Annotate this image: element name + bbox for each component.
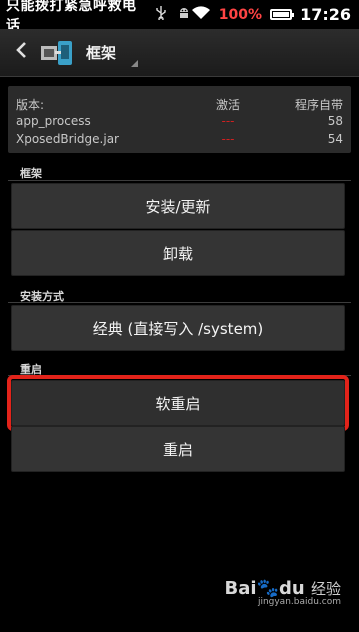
version-panel: 版本: 激活 程序自带 app_process --- 58 XposedBri… [8, 86, 351, 153]
framework-section-label: 框架 [20, 167, 42, 180]
page-title: 框架 [86, 44, 117, 62]
uninstall-button[interactable]: 卸载 [11, 230, 345, 276]
highlight-annotation [7, 375, 349, 431]
bundled-header-label: 程序自带 [294, 98, 343, 112]
divider [8, 302, 351, 303]
active-version: --- [221, 114, 235, 128]
version-header-row: 版本: 激活 程序自带 [8, 96, 351, 112]
version-header-label: 版本: [16, 98, 45, 112]
table-row: app_process --- 58 [8, 114, 351, 130]
chevron-left-icon[interactable] [6, 40, 36, 65]
install-update-button[interactable]: 安装/更新 [11, 183, 345, 229]
action-bar: 框架 [0, 29, 359, 77]
bundled-version: 58 [327, 114, 343, 128]
bundled-version: 54 [327, 132, 343, 146]
android-debug-icon [177, 6, 191, 24]
active-header-label: 激活 [215, 98, 240, 112]
table-row: XposedBridge.jar --- 54 [8, 132, 351, 148]
component-name: XposedBridge.jar [16, 132, 119, 146]
xposed-app-icon[interactable] [40, 38, 74, 68]
dropdown-indicator-icon[interactable] [131, 60, 138, 67]
battery-percent: 100% [218, 6, 263, 23]
component-name: app_process [16, 114, 91, 128]
wifi-icon [191, 5, 211, 24]
reboot-button[interactable]: 重启 [11, 426, 345, 472]
clock: 17:26 [300, 5, 351, 24]
paw-icon: 🐾 [256, 578, 279, 599]
status-bar: 只能拨打紧急呼救电话 100% 17:26 [0, 0, 359, 34]
usb-icon [155, 5, 167, 24]
active-version: --- [221, 132, 235, 146]
baidu-logo: Bai🐾du 经验 [224, 578, 341, 599]
battery-icon [270, 9, 295, 20]
install-method-selector[interactable]: 经典 (直接写入 /system) [11, 305, 345, 351]
divider [8, 180, 351, 181]
baidu-jingyan-watermark: Bai🐾du 经验 jingyan.baidu.com [225, 578, 341, 607]
